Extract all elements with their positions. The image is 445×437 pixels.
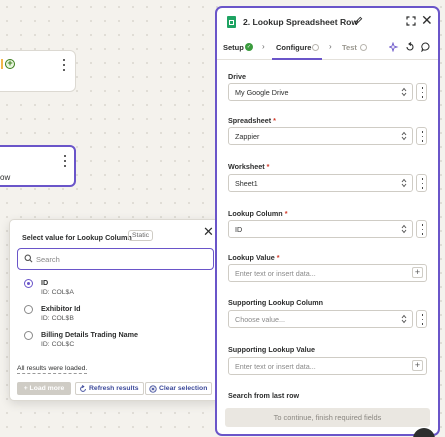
lookup-column-more-button[interactable] xyxy=(416,220,427,238)
search-field[interactable] xyxy=(17,248,214,270)
load-more-label: Load more xyxy=(29,385,65,392)
static-badge: Static xyxy=(128,230,153,241)
more-options-icon xyxy=(420,224,426,235)
more-options-icon xyxy=(420,131,426,142)
refresh-icon[interactable] xyxy=(405,42,415,52)
step-title: 2. Lookup Spreadsheet Row xyxy=(243,17,359,27)
worksheet-more-button[interactable] xyxy=(416,174,427,192)
incomplete-status-icon xyxy=(312,44,319,51)
chevron-right-icon: › xyxy=(329,42,332,51)
spreadsheet-value: Zappier xyxy=(235,132,260,141)
clear-selection-button[interactable]: Clear selection xyxy=(145,382,213,395)
select-arrows-icon xyxy=(401,87,407,97)
step-tabs: Setup ✓ › Configure › Test xyxy=(217,38,438,60)
supporting-lookup-value-placeholder: Enter text or insert data... xyxy=(235,362,316,371)
tab-configure[interactable]: Configure xyxy=(276,43,311,52)
more-options-icon xyxy=(420,314,426,325)
option-name: ID xyxy=(41,278,49,287)
continue-button[interactable]: To continue, finish required fields xyxy=(225,408,430,427)
check-icon: ✓ xyxy=(245,43,253,51)
active-tab-indicator xyxy=(272,58,322,60)
drive-label: Drive xyxy=(228,72,246,81)
search-input[interactable] xyxy=(36,252,206,266)
option-billing-details[interactable]: Billing Details Trading Name ID: COL$C xyxy=(24,330,214,352)
supporting-lookup-value-label: Supporting Lookup Value xyxy=(228,345,316,354)
workflow-step-card-2[interactable]: ow xyxy=(0,145,76,187)
option-exhibitor-id[interactable]: Exhibitor Id ID: COL$B xyxy=(24,304,214,326)
option-id-text: ID: COL$C xyxy=(41,341,75,348)
lookup-column-label: Lookup Column * xyxy=(228,209,288,218)
drive-select[interactable]: My Google Drive xyxy=(228,83,413,101)
more-options-icon xyxy=(420,87,426,98)
spreadsheet-label: Spreadsheet * xyxy=(228,116,276,125)
select-arrows-icon xyxy=(401,178,407,188)
load-more-button: + Load more xyxy=(17,382,71,395)
refresh-label: Refresh results xyxy=(89,385,139,392)
radio[interactable] xyxy=(24,305,33,314)
comment-icon[interactable] xyxy=(421,42,431,52)
lookup-column-value: ID xyxy=(235,225,243,234)
option-id-text: ID: COL$A xyxy=(41,289,74,296)
spreadsheet-select[interactable]: Zappier xyxy=(228,127,413,145)
supporting-lookup-value-input[interactable]: Enter text or insert data... + xyxy=(228,357,427,375)
chevron-right-icon: › xyxy=(262,42,265,51)
refresh-icon xyxy=(80,384,86,392)
option-id-text: ID: COL$B xyxy=(41,315,74,322)
supporting-lookup-column-select[interactable]: Choose value... xyxy=(228,310,413,328)
step-card-label: ow xyxy=(0,173,11,182)
worksheet-label: Worksheet * xyxy=(228,162,270,171)
lookup-column-select[interactable]: ID xyxy=(228,220,413,238)
step-config-panel: 2. Lookup Spreadsheet Row ✕ Setup ✓ › Co… xyxy=(215,6,440,436)
option-id[interactable]: ID ID: COL$A xyxy=(24,278,214,300)
dropdown-title: Select value for Lookup Column xyxy=(22,233,132,242)
incomplete-status-icon xyxy=(360,44,367,51)
insert-data-plus-icon[interactable]: + xyxy=(412,360,423,371)
clear-label: Clear selection xyxy=(159,385,208,392)
more-options-icon[interactable] xyxy=(61,59,67,71)
select-arrows-icon xyxy=(401,131,407,141)
insert-data-plus-icon[interactable]: + xyxy=(412,267,423,278)
lookup-value-placeholder: Enter text or insert data... xyxy=(235,269,316,278)
close-icon[interactable]: ✕ xyxy=(421,13,433,27)
expand-icon[interactable] xyxy=(406,16,416,26)
select-arrows-icon xyxy=(401,314,407,324)
more-options-icon[interactable] xyxy=(62,155,68,167)
add-step-icon[interactable]: + xyxy=(5,59,15,69)
worksheet-value: Sheet1 xyxy=(235,179,258,188)
drive-more-button[interactable] xyxy=(416,83,427,101)
radio-selected[interactable] xyxy=(24,279,33,288)
lookup-column-dropdown: Select value for Lookup Column Static ✕ … xyxy=(9,219,221,401)
more-options-icon xyxy=(420,178,426,189)
select-arrows-icon xyxy=(401,224,407,234)
refresh-results-button[interactable]: Refresh results xyxy=(75,382,144,395)
supporting-lookup-column-label: Supporting Lookup Column xyxy=(228,298,324,307)
google-sheets-icon xyxy=(227,16,236,28)
ai-sparkle-icon[interactable] xyxy=(389,42,399,52)
radio[interactable] xyxy=(24,331,33,340)
lookup-value-label: Lookup Value * xyxy=(228,253,280,262)
worksheet-select[interactable]: Sheet1 xyxy=(228,174,413,192)
option-name: Exhibitor Id xyxy=(41,304,81,313)
trigger-accent-bar xyxy=(1,59,3,69)
close-icon[interactable]: ✕ xyxy=(203,225,214,238)
supporting-lookup-column-placeholder: Choose value... xyxy=(235,315,285,324)
edit-icon[interactable] xyxy=(354,16,363,25)
results-loaded-note: All results were loaded. xyxy=(17,365,88,374)
clear-icon xyxy=(149,384,157,393)
search-icon xyxy=(24,254,33,263)
tab-test[interactable]: Test xyxy=(342,43,357,52)
option-name: Billing Details Trading Name xyxy=(41,330,139,339)
workflow-step-card-1[interactable]: + xyxy=(0,50,76,92)
search-from-last-row-label: Search from last row xyxy=(228,391,300,400)
drive-value: My Google Drive xyxy=(235,88,289,97)
supporting-lookup-column-more-button[interactable] xyxy=(416,310,427,328)
tab-setup[interactable]: Setup xyxy=(223,43,244,52)
spreadsheet-more-button[interactable] xyxy=(416,127,427,145)
lookup-value-input[interactable]: Enter text or insert data... + xyxy=(228,264,427,282)
